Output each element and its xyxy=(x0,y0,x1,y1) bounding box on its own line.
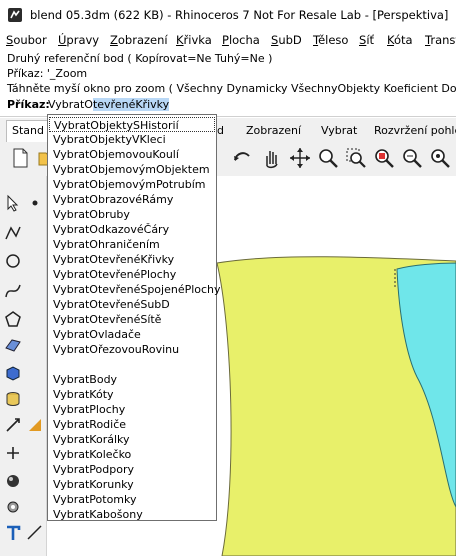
menu-soubor[interactable]: Soubor xyxy=(6,33,47,47)
autocomplete-item[interactable]: VybratOřezovouRovinu xyxy=(49,342,215,357)
rotate-view-icon[interactable] xyxy=(230,146,254,170)
title-bar: blend 05.3dm (622 KB) - Rhinoceros 7 Not… xyxy=(0,0,456,30)
curve-icon[interactable] xyxy=(4,282,22,300)
autocomplete-item[interactable]: VybratOvladače xyxy=(49,327,215,342)
text-icon[interactable] xyxy=(4,524,22,542)
left-toolbar xyxy=(0,176,47,556)
autocomplete-item[interactable]: VybratOtevřenéSítě xyxy=(49,312,215,327)
history-line: Táhněte myší okno pro zoom ( Všechny Dyn… xyxy=(7,82,456,95)
surface-icon[interactable] xyxy=(4,336,22,354)
autocomplete-dropdown: VybratObjektySHistorií VybratObjektyVKle… xyxy=(47,114,221,522)
box-solid-icon[interactable] xyxy=(4,364,22,382)
gear-icon[interactable] xyxy=(4,498,22,516)
zoom-window-icon[interactable] xyxy=(344,146,368,170)
autocomplete-item[interactable]: VybratOtevřenéSpojenéPlochy xyxy=(49,282,221,297)
menu-transf[interactable]: Transf xyxy=(425,33,456,47)
transform-icon[interactable] xyxy=(4,416,22,434)
menu-subd[interactable]: SubD xyxy=(271,33,302,47)
polygon-icon[interactable] xyxy=(4,310,22,328)
tab-rozvrzeni[interactable]: Rozvržení pohle xyxy=(374,124,456,137)
autocomplete-item[interactable]: VybratObjemovýmPotrubím xyxy=(49,177,215,192)
autocomplete-item[interactable]: VybratPodpory xyxy=(49,462,215,477)
tab-zobrazeni[interactable]: Zobrazení xyxy=(246,124,301,137)
autocomplete-item[interactable]: VybratPotomky xyxy=(49,492,215,507)
menu-upravy[interactable]: Úpravy xyxy=(58,33,99,47)
pan-hand-icon[interactable] xyxy=(259,146,283,170)
menu-bar: Soubor Úpravy Zobrazení Křivka Plocha Su… xyxy=(0,30,456,50)
autocomplete-item[interactable]: VybratBody xyxy=(49,372,215,387)
autocomplete-item[interactable]: VybratObjektyVKleci xyxy=(49,132,215,147)
typed-text: VybratO xyxy=(48,98,93,111)
cylinder-icon[interactable] xyxy=(4,390,22,408)
autocomplete-item[interactable]: VybratKorálky xyxy=(49,432,215,447)
menu-teleso[interactable]: Těleso xyxy=(313,33,348,47)
menu-krivka[interactable]: Křivka xyxy=(176,33,212,47)
autocomplete-item[interactable]: VybratKabošony xyxy=(49,507,215,522)
autocomplete-item[interactable]: VybratObruby xyxy=(49,207,215,222)
autocomplete-selection: tevřenéKřivky xyxy=(92,98,170,111)
menu-plocha[interactable]: Plocha xyxy=(222,33,260,47)
menu-kota[interactable]: Kóta xyxy=(387,33,413,47)
prompt-label: Příkaz: xyxy=(7,98,50,111)
autocomplete-item[interactable]: VybratRodiče xyxy=(49,417,215,432)
autocomplete-item[interactable]: VybratOdkazovéČáry xyxy=(49,222,215,237)
tab-vybrat[interactable]: Vybrat xyxy=(321,124,357,137)
select-arrow-icon[interactable] xyxy=(4,194,22,212)
tab-partial[interactable]: d xyxy=(217,124,224,137)
autocomplete-item[interactable]: VybratOtevřenéPlochy xyxy=(49,267,215,282)
circle-icon[interactable] xyxy=(4,252,22,270)
menu-zobrazeni[interactable]: Zobrazení xyxy=(110,33,168,47)
command-history: Druhý referenční bod ( Kopírovat=Ne Tuhý… xyxy=(0,50,456,96)
autocomplete-item[interactable]: VybratKóty xyxy=(49,387,215,402)
autocomplete-item[interactable]: VybratObjemovouKoulí xyxy=(49,147,215,162)
rhino-app-icon xyxy=(8,8,22,22)
tab-standard-label: Stand xyxy=(12,124,44,137)
polyline-icon[interactable] xyxy=(4,224,22,242)
autocomplete-item[interactable]: VybratObjemovýmObjektem xyxy=(49,162,215,177)
orange-tool-icon[interactable] xyxy=(26,416,44,434)
zoom-extents-icon[interactable] xyxy=(372,146,396,170)
command-input[interactable]: VybratOtevřenéKřivky xyxy=(48,98,170,111)
autocomplete-item[interactable]: VybratKorunky xyxy=(49,477,215,492)
autocomplete-item[interactable]: VybratObjektySHistorií xyxy=(49,117,215,132)
render-icon[interactable] xyxy=(4,472,22,490)
zoom-all-icon[interactable] xyxy=(428,146,452,170)
autocomplete-item[interactable]: VybratOtevřenéKřivky xyxy=(49,252,215,267)
autocomplete-item[interactable]: VybratKolečko xyxy=(49,447,215,462)
window-title: blend 05.3dm (622 KB) - Rhinoceros 7 Not… xyxy=(30,8,449,22)
new-file-icon[interactable] xyxy=(8,146,32,170)
split-icon[interactable] xyxy=(4,444,22,462)
zoom-icon[interactable] xyxy=(316,146,340,170)
autocomplete-item[interactable]: VybratPlochy xyxy=(49,402,215,417)
zoom-selected-icon[interactable] xyxy=(400,146,424,170)
history-line: Příkaz: '_Zoom xyxy=(7,67,88,80)
dimension-icon[interactable] xyxy=(26,524,44,542)
autocomplete-item[interactable]: VybratOhraničením xyxy=(49,237,215,252)
history-line: Druhý referenční bod ( Kopírovat=Ne Tuhý… xyxy=(7,52,273,65)
autocomplete-item[interactable]: VybratObrazovéRámy xyxy=(49,192,215,207)
autocomplete-item[interactable]: VybratOtevřenéSubD xyxy=(49,297,215,312)
point-icon[interactable] xyxy=(26,194,44,212)
move-view-icon[interactable] xyxy=(288,146,312,170)
menu-sit[interactable]: Síť xyxy=(359,33,374,47)
